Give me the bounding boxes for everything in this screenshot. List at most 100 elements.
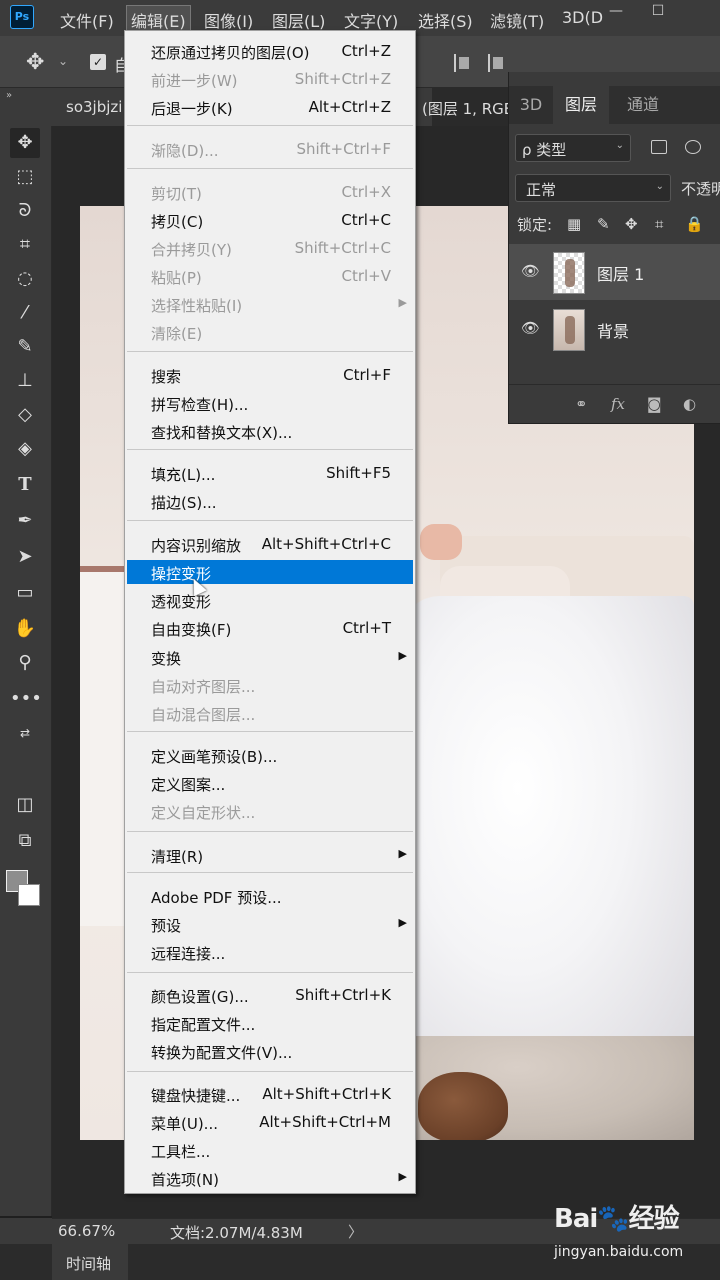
- menu-separator: [127, 1071, 413, 1072]
- edit-menu-item[interactable]: 搜索 Ctrl+F: [127, 363, 413, 387]
- layer-name[interactable]: 背景: [597, 318, 629, 342]
- quick-mask-icon[interactable]: ◫: [10, 790, 40, 820]
- edit-menu-item[interactable]: 键盘快捷键... Alt+Shift+Ctrl+K: [127, 1082, 413, 1106]
- layer-row-layer1[interactable]: 👁 图层 1: [509, 244, 720, 300]
- adjustment-filter-icon[interactable]: [685, 140, 701, 154]
- visibility-eye-icon[interactable]: 👁: [521, 262, 540, 280]
- swap-colors-icon[interactable]: ⇄: [10, 718, 40, 748]
- menu-item-label: 变换: [151, 650, 182, 668]
- maximize-button[interactable]: ☐: [638, 0, 678, 24]
- mask-icon[interactable]: ◙: [647, 395, 662, 413]
- paint-bucket-tool-icon[interactable]: ◈: [10, 434, 40, 464]
- blend-mode-select[interactable]: 正常 ⌄: [515, 174, 671, 202]
- menu-edit[interactable]: 编辑(E): [126, 5, 191, 32]
- edit-menu-item[interactable]: 首选项(N) ▶: [127, 1166, 413, 1190]
- rectangle-tool-icon[interactable]: ▭: [10, 578, 40, 608]
- edit-menu-item[interactable]: 远程连接...: [127, 940, 413, 964]
- tab-timeline[interactable]: 时间轴: [52, 1244, 128, 1280]
- lock-transparent-icon[interactable]: ▦: [567, 215, 581, 233]
- edit-menu-item[interactable]: 定义图案...: [127, 771, 413, 795]
- pen-tool-icon[interactable]: ✒: [10, 506, 40, 536]
- lock-position-icon[interactable]: ✥: [625, 215, 638, 233]
- edit-menu-item: 自动对齐图层...: [127, 673, 413, 697]
- lock-image-icon[interactable]: ✎: [597, 215, 610, 233]
- adjustment-icon[interactable]: ◐: [683, 395, 696, 413]
- edit-menu-item[interactable]: Adobe PDF 预设...: [127, 884, 413, 908]
- hand-tool-icon[interactable]: ✋: [10, 614, 40, 644]
- edit-menu-item: 清除(E): [127, 320, 413, 344]
- layer-filter-label: ρ 类型: [522, 141, 567, 159]
- minimize-button[interactable]: —: [596, 0, 636, 24]
- edit-menu-item[interactable]: 操控变形: [127, 560, 413, 584]
- eyedropper-tool-icon[interactable]: ⁄: [10, 298, 40, 328]
- align-top-icon[interactable]: [454, 54, 472, 72]
- tab-layers[interactable]: 图层: [553, 86, 609, 124]
- menu-image[interactable]: 图像(I): [204, 8, 253, 32]
- edit-menu-item[interactable]: 工具栏...: [127, 1138, 413, 1162]
- menu-separator: [127, 831, 413, 832]
- edit-menu-item[interactable]: 填充(L)... Shift+F5: [127, 461, 413, 485]
- crop-tool-icon[interactable]: ⌗: [10, 230, 40, 260]
- fx-icon[interactable]: fx: [611, 395, 625, 413]
- eraser-tool-icon[interactable]: ◇: [10, 400, 40, 430]
- edit-menu-item[interactable]: 清理(R) ▶: [127, 843, 413, 867]
- edit-menu-item[interactable]: 预设 ▶: [127, 912, 413, 936]
- layers-panel: 3D 图层 通道 ρ 类型 ⌄ 正常 ⌄ 不透明 锁定: ▦ ✎ ✥ ⌗ 🔒 👁…: [508, 72, 720, 424]
- layer-row-background[interactable]: 👁 背景: [509, 301, 720, 357]
- background-color-swatch[interactable]: [18, 884, 40, 906]
- menu-select[interactable]: 选择(S): [418, 8, 473, 32]
- layer-filter-select[interactable]: ρ 类型 ⌄: [515, 134, 631, 162]
- menu-separator: [127, 351, 413, 352]
- edit-menu-item[interactable]: 描边(S)...: [127, 489, 413, 513]
- edit-menu-item[interactable]: 颜色设置(G)... Shift+Ctrl+K: [127, 983, 413, 1007]
- type-tool-icon[interactable]: T: [10, 470, 40, 500]
- edit-menu-item[interactable]: 菜单(U)... Alt+Shift+Ctrl+M: [127, 1110, 413, 1134]
- menu-type[interactable]: 文字(Y): [344, 8, 398, 32]
- menu-item-label: 描边(S)...: [151, 494, 217, 512]
- lock-all-icon[interactable]: 🔒: [685, 215, 704, 233]
- stamp-tool-icon[interactable]: ⊥: [10, 366, 40, 396]
- submenu-arrow-icon: ▶: [398, 916, 407, 929]
- status-menu-arrow[interactable]: 〉: [348, 1221, 363, 1242]
- align-vcenter-icon[interactable]: [488, 54, 506, 72]
- move-icon[interactable]: ✥: [26, 50, 44, 75]
- screen-mode-icon[interactable]: ⧉: [10, 826, 40, 856]
- edit-menu-item[interactable]: 还原通过拷贝的图层(O) Ctrl+Z: [127, 39, 413, 63]
- image-filter-icon[interactable]: [651, 140, 667, 154]
- menu-item-label: 定义画笔预设(B)...: [151, 748, 278, 766]
- layer-name[interactable]: 图层 1: [597, 261, 644, 285]
- path-select-tool-icon[interactable]: ➤: [10, 542, 40, 572]
- edit-menu-item[interactable]: 自由变换(F) Ctrl+T: [127, 616, 413, 640]
- quick-select-tool-icon[interactable]: ◌: [10, 264, 40, 294]
- menu-separator: [127, 125, 413, 126]
- edit-menu-item[interactable]: 查找和替换文本(X)...: [127, 419, 413, 443]
- zoom-tool-icon[interactable]: ⚲: [10, 648, 40, 678]
- toolbar-collapse[interactable]: »: [0, 88, 52, 126]
- move-tool-icon[interactable]: ✥: [10, 128, 40, 158]
- lock-artboard-icon[interactable]: ⌗: [655, 215, 663, 233]
- tab-3d[interactable]: 3D: [509, 86, 553, 124]
- link-icon[interactable]: ⚭: [575, 395, 588, 413]
- lasso-tool-icon[interactable]: ᘐ: [10, 196, 40, 226]
- tab-channels[interactable]: 通道: [609, 86, 677, 124]
- edit-menu-item[interactable]: 指定配置文件...: [127, 1011, 413, 1035]
- edit-menu-item[interactable]: 定义画笔预设(B)...: [127, 743, 413, 767]
- edit-menu-item[interactable]: 后退一步(K) Alt+Ctrl+Z: [127, 95, 413, 119]
- visibility-eye-icon[interactable]: 👁: [521, 319, 540, 337]
- layers-panel-footer: ⚭ fx ◙ ◐: [509, 384, 720, 424]
- chevron-down-icon[interactable]: ⌄: [58, 54, 68, 68]
- edit-menu-item[interactable]: 转换为配置文件(V)...: [127, 1039, 413, 1063]
- auto-select-checkbox[interactable]: ✓: [90, 54, 106, 70]
- edit-menu-item[interactable]: 内容识别缩放 Alt+Shift+Ctrl+C: [127, 532, 413, 556]
- brush-tool-icon[interactable]: ✎: [10, 332, 40, 362]
- menu-filter[interactable]: 滤镜(T): [490, 8, 544, 32]
- edit-menu-item[interactable]: 变换 ▶: [127, 645, 413, 669]
- edit-menu-item[interactable]: 拷贝(C) Ctrl+C: [127, 208, 413, 232]
- edit-menu-item[interactable]: 透视变形: [127, 588, 413, 612]
- edit-menu-item[interactable]: 拼写检查(H)...: [127, 391, 413, 415]
- zoom-level[interactable]: 66.67%: [58, 1222, 115, 1240]
- menu-layer[interactable]: 图层(L): [272, 8, 325, 32]
- more-tools-icon[interactable]: •••: [10, 684, 42, 714]
- marquee-tool-icon[interactable]: ⬚: [10, 162, 40, 192]
- menu-file[interactable]: 文件(F): [60, 8, 114, 32]
